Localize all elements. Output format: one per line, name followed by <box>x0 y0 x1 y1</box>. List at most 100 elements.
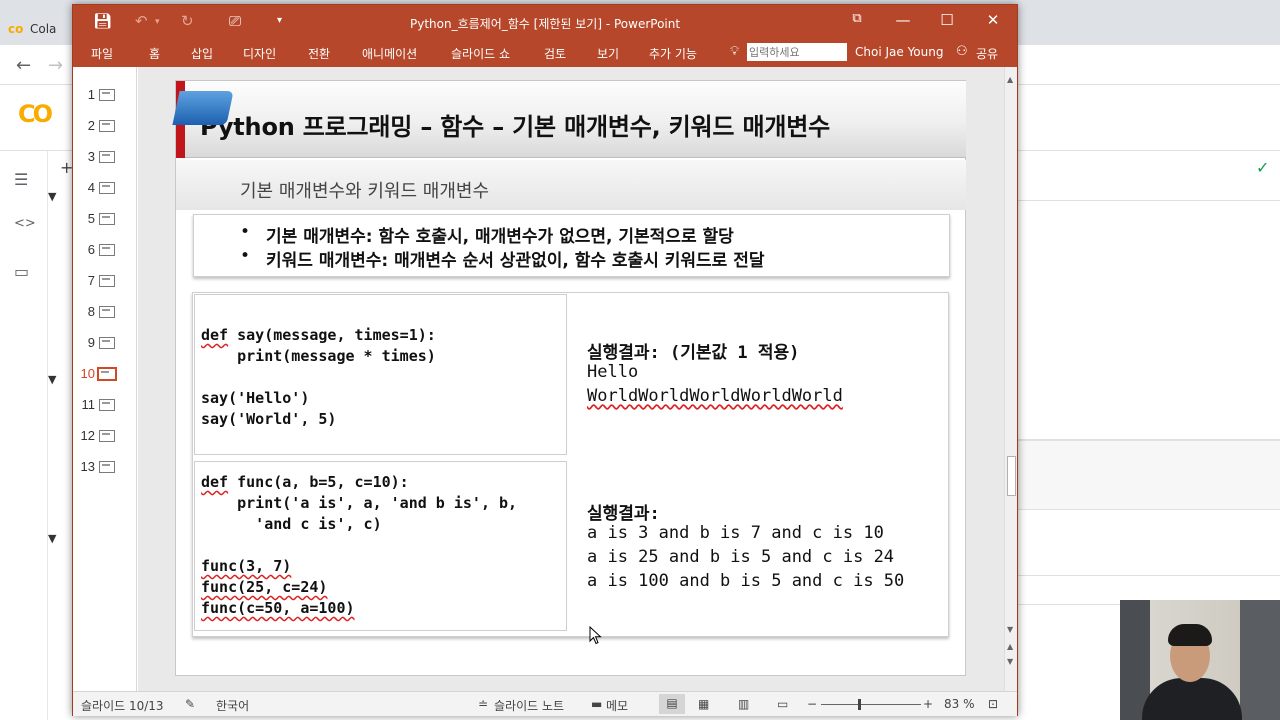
slide-thumbnail-12[interactable]: 12 <box>73 426 137 448</box>
forward-arrow-icon[interactable]: → <box>48 55 63 76</box>
vertical-scrollbar[interactable]: ▲ ▼ ▲ ▼ <box>1004 67 1017 691</box>
code-line: def say(message, times=1): <box>201 326 436 344</box>
notes-button[interactable]: 슬라이드 노트 <box>494 697 564 714</box>
files-folder-icon[interactable]: ▭ <box>14 262 29 281</box>
code-line-call: func(3, 7) <box>201 557 292 575</box>
slide-thumbnail-icon <box>97 367 117 381</box>
document-title: Python_흐름제어_함수 [제한된 보기] - PowerPoint <box>410 17 681 31</box>
close-icon[interactable]: ✕ <box>981 11 1005 29</box>
code-line-rest: func(a, b=5, c=10): <box>228 473 409 491</box>
slide-thumbnail-1[interactable]: 1 <box>73 85 137 107</box>
slide-thumbnail-4[interactable]: 4 <box>73 178 137 200</box>
slide-thumbnail-number: 9 <box>87 335 95 350</box>
slide-thumbnail-7[interactable]: 7 <box>73 271 137 293</box>
slide-thumbnail-9[interactable]: 9 <box>73 333 137 355</box>
slide-thumbnail-number: 12 <box>80 428 95 443</box>
notebook-cell[interactable] <box>1018 200 1280 440</box>
code-line: say('Hello') <box>201 389 310 407</box>
tab-insert[interactable]: 삽입 <box>191 45 213 62</box>
back-arrow-icon[interactable]: ← <box>16 55 31 76</box>
scroll-down-icon[interactable]: ▼ <box>1007 625 1013 634</box>
spell-check-icon[interactable]: ✎ <box>185 697 195 711</box>
slide-canvas[interactable]: Python 프로그래밍 – 함수 – 기본 매개변수, 키워드 매개변수 기본… <box>172 80 966 676</box>
toc-icon[interactable]: ☰ <box>14 170 28 189</box>
next-slide-icon[interactable]: ▼ <box>1007 657 1013 666</box>
powerpoint-window: 💾︎ ↶ ▾ ↻ ⎚ ▾ Python_흐름제어_함수 [제한된 보기] - P… <box>72 4 1018 716</box>
ribbon-display-options-icon[interactable]: ⧉ <box>845 11 869 26</box>
code-line-call: func(c=50, a=100) <box>201 599 355 617</box>
code-line: def func(a, b=5, c=10): <box>201 473 409 491</box>
result-line: WorldWorldWorldWorldWorld <box>587 386 843 406</box>
slide-thumbnail-11[interactable]: 11 <box>73 395 137 417</box>
collapse-arrow-icon[interactable]: ▼ <box>48 373 56 386</box>
undo-icon[interactable]: ↶ <box>135 12 148 30</box>
result-line: a is 100 and b is 5 and c is 50 <box>587 571 905 591</box>
zoom-slider-handle[interactable] <box>858 699 861 710</box>
slide-thumbnail-5[interactable]: 5 <box>73 209 137 231</box>
slide-sorter-icon[interactable]: ▦ <box>698 697 709 711</box>
code-line-keyword: def <box>201 473 229 491</box>
user-name[interactable]: Choi Jae Young <box>855 45 943 59</box>
tab-review[interactable]: 검토 <box>544 45 566 62</box>
notebook-cell[interactable] <box>1018 440 1280 510</box>
tab-addins[interactable]: 추가 기능 <box>649 45 697 62</box>
lightbulb-icon: 💡︎ <box>730 44 740 59</box>
bullet-icon: • <box>240 246 251 266</box>
collapse-arrow-icon[interactable]: ▼ <box>48 532 56 545</box>
slide-thumbnail-icon <box>99 275 115 287</box>
tab-slideshow[interactable]: 슬라이드 쇼 <box>451 45 510 62</box>
slide-thumbnail-8[interactable]: 8 <box>73 302 137 324</box>
scroll-up-icon[interactable]: ▲ <box>1007 75 1013 84</box>
slide-thumbnail-icon <box>99 306 115 318</box>
maximize-icon[interactable]: ☐ <box>935 11 959 29</box>
colab-tab-icon: co <box>8 22 24 36</box>
tab-animations[interactable]: 애니메이션 <box>362 45 417 62</box>
slide-thumbnail-10[interactable]: 10 <box>73 364 137 386</box>
tab-design[interactable]: 디자인 <box>243 45 276 62</box>
present-from-start-icon[interactable]: ⎚ <box>229 12 241 30</box>
tab-home[interactable]: 홈 <box>149 45 160 62</box>
slide-thumbnail-number: 6 <box>87 242 95 257</box>
normal-view-icon[interactable]: ▤ <box>659 694 685 714</box>
slide-thumbnail-number: 2 <box>87 118 95 133</box>
code-panel-1 <box>194 294 567 455</box>
title-bar: 💾︎ ↶ ▾ ↻ ⎚ ▾ Python_흐름제어_함수 [제한된 보기] - P… <box>73 5 1017 39</box>
slide-thumbnail-6[interactable]: 6 <box>73 240 137 262</box>
slide-thumbnail-2[interactable]: 2 <box>73 116 137 138</box>
code-snippets-icon[interactable]: <> <box>14 216 36 231</box>
slide-thumbnail-number: 8 <box>87 304 95 319</box>
zoom-slider-track[interactable] <box>821 704 921 705</box>
webcam-overlay <box>1120 600 1280 720</box>
undo-dropdown-icon[interactable]: ▾ <box>155 17 160 27</box>
zoom-level[interactable]: 83 % <box>944 697 975 711</box>
browser-tab-title[interactable]: Cola <box>30 22 56 36</box>
tab-transitions[interactable]: 전환 <box>308 45 330 62</box>
tab-file[interactable]: 파일 <box>91 45 113 62</box>
scrollbar-thumb[interactable] <box>1007 456 1016 496</box>
slide-thumbnail-3[interactable]: 3 <box>73 147 137 169</box>
person-icon[interactable]: ⚇ <box>956 44 968 59</box>
slideshow-icon[interactable]: ▭ <box>777 697 788 711</box>
collapse-arrow-icon[interactable]: ▼ <box>48 190 56 203</box>
tell-me-input[interactable] <box>747 43 847 61</box>
save-icon[interactable]: 💾︎ <box>93 12 112 30</box>
zoom-in-icon[interactable]: + <box>923 697 933 711</box>
comments-icon: ▬ <box>591 697 603 711</box>
slide-counter: 슬라이드 10/13 <box>81 699 164 713</box>
previous-slide-icon[interactable]: ▲ <box>1007 642 1013 651</box>
comments-button[interactable]: 메모 <box>606 697 628 714</box>
slide-thumbnail-13[interactable]: 13 <box>73 457 137 479</box>
presenter-hair <box>1168 624 1212 646</box>
redo-icon[interactable]: ↻ <box>181 12 194 30</box>
result2-title: 실행결과: <box>587 504 660 524</box>
code-line: say('World', 5) <box>201 410 337 428</box>
language-indicator[interactable]: 한국어 <box>216 697 249 714</box>
tab-view[interactable]: 보기 <box>597 45 619 62</box>
fit-to-window-icon[interactable]: ⊡ <box>988 697 998 711</box>
reading-view-icon[interactable]: ▥ <box>738 697 749 711</box>
minimize-icon[interactable]: — <box>891 11 915 29</box>
colab-logo-icon[interactable]: CO <box>18 100 53 128</box>
zoom-out-icon[interactable]: − <box>807 697 817 711</box>
customize-toolbar-icon[interactable]: ▾ <box>277 15 282 26</box>
share-button[interactable]: 공유 <box>976 45 998 62</box>
